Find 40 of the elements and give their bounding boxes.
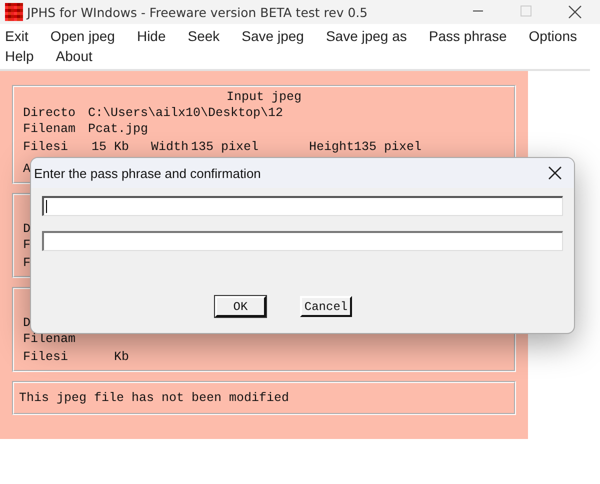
menu-item[interactable]: Open jpeg — [50, 27, 115, 46]
field-label: Filesi — [23, 139, 70, 155]
field-label: A — [23, 161, 31, 177]
dialog-title: Enter the pass phrase and confirmation — [34, 166, 261, 180]
menu-item[interactable]: Options — [528, 27, 577, 46]
field-label: Filenam — [23, 331, 76, 347]
passphrase-field[interactable] — [42, 231, 563, 251]
menu-item[interactable]: Seek — [188, 27, 220, 46]
ok-button[interactable]: OK — [215, 296, 266, 317]
cancel-button[interactable]: Cancel — [300, 296, 352, 317]
menu-item[interactable]: Hide — [136, 27, 166, 46]
field-value: C:\Users\ailx10\Desktop\12 — [88, 105, 284, 121]
close-icon[interactable] — [548, 166, 562, 180]
field-value: 15 Kb — [90, 139, 129, 155]
field-value: 135 pixel — [354, 139, 422, 155]
panel-title: Input jpeg — [225, 89, 302, 105]
field-label: D — [23, 221, 31, 237]
field-value: Pcat.jpg — [88, 121, 148, 137]
field-value: 135 pixel — [191, 139, 260, 155]
status-message: This jpeg file has not been modified — [19, 391, 290, 405]
field-label: Height — [309, 139, 354, 155]
field-label: F — [23, 255, 31, 271]
field-label: Directo — [23, 105, 77, 121]
menu-item[interactable]: Save jpeg as — [326, 27, 407, 46]
field-label: Filesi — [23, 349, 70, 365]
window-title: JPHS for WIndows - Freeware version BETA test rev 0.5 — [27, 4, 369, 20]
app-icon — [5, 3, 23, 21]
field-label: F — [23, 237, 31, 253]
menu-item[interactable]: Exit — [5, 27, 28, 46]
text-cursor — [46, 200, 47, 213]
menu-item[interactable]: Save jpeg — [242, 27, 304, 46]
close-icon[interactable] — [568, 5, 582, 19]
menu-item[interactable]: Pass phrase — [428, 27, 507, 46]
menu-item[interactable]: About — [56, 47, 92, 66]
field-label: Filenam — [23, 121, 77, 137]
menu-item[interactable]: Help — [5, 47, 34, 66]
field-label: Width — [151, 139, 190, 155]
passphrase-field[interactable] — [42, 196, 563, 216]
field-value: Kb — [112, 349, 129, 365]
field-label: D — [23, 315, 31, 331]
